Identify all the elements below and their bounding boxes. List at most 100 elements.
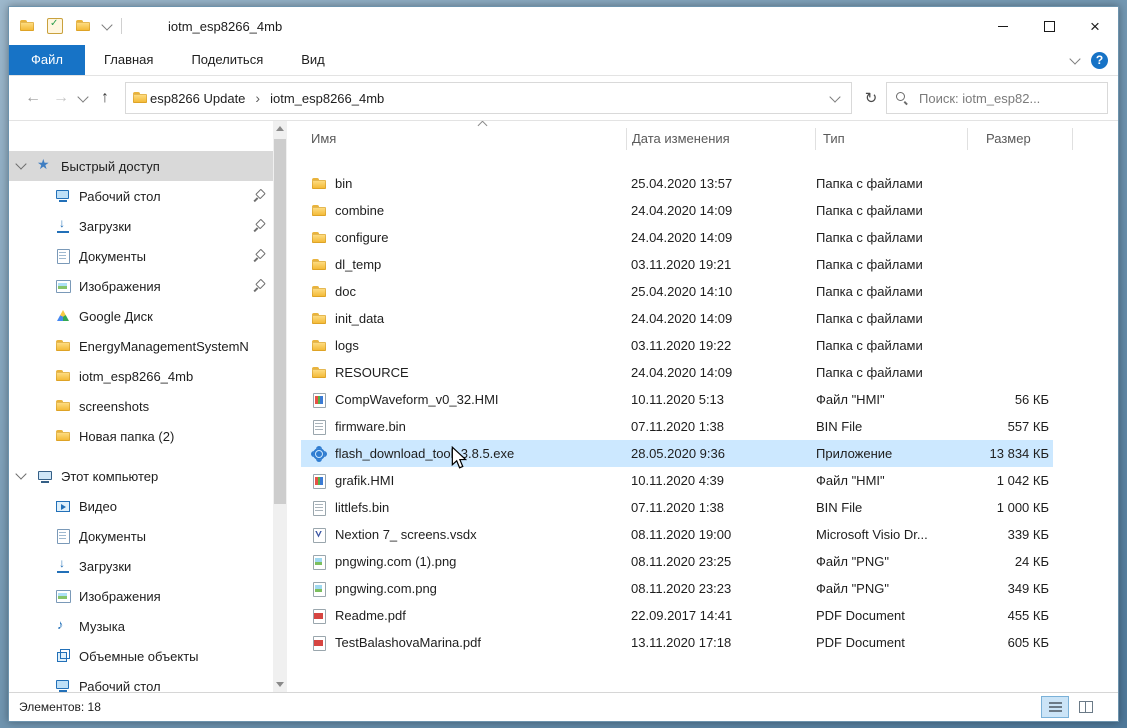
sidebar-item[interactable]: Документы bbox=[9, 521, 287, 551]
sidebar-item[interactable]: Изображения bbox=[9, 271, 287, 301]
visio-icon bbox=[311, 527, 327, 543]
file-row[interactable]: pngwing.com.png 08.11.2020 23:23 Файл "P… bbox=[301, 575, 1053, 602]
sidebar-item[interactable]: EnergyManagementSystemN bbox=[9, 331, 287, 361]
file-row[interactable]: grafik.HMI 10.11.2020 4:39 Файл "HMI" 1 … bbox=[301, 467, 1053, 494]
sidebar-item[interactable]: Рабочий стол bbox=[9, 671, 287, 692]
scrollbar-thumb[interactable] bbox=[274, 139, 286, 504]
file-list-pane: Имя Дата изменения Тип Размер bin 25.04.… bbox=[287, 121, 1118, 692]
title-bar[interactable]: iotm_esp8266_4mb × bbox=[9, 7, 1118, 45]
folder-icon bbox=[311, 284, 327, 300]
file-row[interactable]: doc 25.04.2020 14:10 Папка с файлами bbox=[301, 278, 1053, 305]
search-box[interactable] bbox=[886, 82, 1108, 114]
column-header-type[interactable]: Тип bbox=[816, 128, 968, 150]
column-headers: Имя Дата изменения Тип Размер bbox=[311, 121, 1118, 157]
search-input[interactable] bbox=[917, 90, 1099, 107]
cube-icon bbox=[55, 648, 71, 664]
file-row[interactable]: CompWaveform_v0_32.HMI 10.11.2020 5:13 Ф… bbox=[301, 386, 1053, 413]
sidebar-item[interactable]: Загрузки bbox=[9, 551, 287, 581]
file-row[interactable]: init_data 24.04.2020 14:09 Папка с файла… bbox=[301, 305, 1053, 332]
file-rows: bin 25.04.2020 13:57 Папка с файлами com… bbox=[301, 170, 1053, 656]
expand-chevron-icon[interactable] bbox=[15, 468, 26, 479]
file-row[interactable]: combine 24.04.2020 14:09 Папка с файлами bbox=[301, 197, 1053, 224]
hmi-icon bbox=[311, 392, 327, 408]
scroll-down-icon[interactable] bbox=[276, 682, 284, 687]
file-row[interactable]: configure 24.04.2020 14:09 Папка с файла… bbox=[301, 224, 1053, 251]
png-icon bbox=[311, 581, 327, 597]
computer-icon bbox=[37, 468, 53, 484]
sidebar-item[interactable]: Быстрый доступ bbox=[9, 151, 287, 181]
sidebar-item[interactable]: Google Диск bbox=[9, 301, 287, 331]
breadcrumb-item[interactable]: iotm_esp8266_4mb › bbox=[268, 91, 386, 106]
sidebar-item[interactable]: Музыка bbox=[9, 611, 287, 641]
explorer-app-icon[interactable] bbox=[19, 18, 35, 34]
music-icon bbox=[55, 618, 71, 634]
ribbon-collapse-chevron-icon[interactable] bbox=[1069, 53, 1080, 64]
breadcrumb: esp8266 Update › iotm_esp8266_4mb › bbox=[148, 90, 386, 106]
thumbnails-view-button[interactable] bbox=[1072, 696, 1100, 718]
window-controls: × bbox=[980, 7, 1118, 45]
sidebar-item[interactable]: Изображения bbox=[9, 581, 287, 611]
bin-icon bbox=[311, 419, 327, 435]
minimize-button[interactable] bbox=[980, 7, 1026, 45]
ribbon-tab[interactable]: Файл bbox=[9, 45, 85, 75]
breadcrumb-separator-icon: › bbox=[247, 90, 268, 106]
file-row[interactable]: TestBalashovaMarina.pdf 13.11.2020 17:18… bbox=[301, 629, 1053, 656]
file-row[interactable]: Readme.pdf 22.09.2017 14:41 PDF Document… bbox=[301, 602, 1053, 629]
maximize-button[interactable] bbox=[1026, 7, 1072, 45]
address-history-chevron-icon[interactable] bbox=[829, 91, 840, 102]
docs-icon bbox=[55, 248, 71, 264]
file-row[interactable]: logs 03.11.2020 19:22 Папка с файлами bbox=[301, 332, 1053, 359]
sidebar-scrollbar[interactable] bbox=[273, 121, 287, 692]
breadcrumb-item[interactable]: esp8266 Update › bbox=[148, 90, 268, 106]
details-view-button[interactable] bbox=[1041, 696, 1069, 718]
ribbon-tab[interactable]: Поделиться bbox=[172, 45, 282, 75]
pics-icon bbox=[55, 278, 71, 294]
sidebar-item[interactable]: Загрузки bbox=[9, 211, 287, 241]
qat-properties-icon[interactable] bbox=[47, 18, 63, 34]
close-button[interactable]: × bbox=[1072, 7, 1118, 45]
sidebar-item[interactable]: screenshots bbox=[9, 391, 287, 421]
folder-icon bbox=[55, 398, 71, 414]
back-button[interactable]: ← bbox=[19, 84, 47, 112]
expand-chevron-icon[interactable] bbox=[15, 158, 26, 169]
recent-locations-button[interactable] bbox=[75, 84, 91, 112]
minimize-icon bbox=[998, 26, 1008, 27]
ribbon-tab[interactable]: Главная bbox=[85, 45, 172, 75]
column-header-size[interactable]: Размер bbox=[968, 128, 1073, 150]
scroll-up-icon[interactable] bbox=[276, 126, 284, 131]
qat-new-folder-icon[interactable] bbox=[75, 18, 91, 34]
explorer-window: iotm_esp8266_4mb × ФайлГлавнаяПоделиться… bbox=[8, 6, 1119, 722]
file-row[interactable]: littlefs.bin 07.11.2020 1:38 BIN File 1 … bbox=[301, 494, 1053, 521]
star-icon bbox=[37, 158, 53, 174]
sidebar-item[interactable]: Документы bbox=[9, 241, 287, 271]
folder-icon bbox=[311, 203, 327, 219]
file-row[interactable]: Nextion 7_ screens.vsdx 08.11.2020 19:00… bbox=[301, 521, 1053, 548]
qat-customize-chevron-icon[interactable] bbox=[101, 19, 112, 30]
sidebar-item[interactable]: Рабочий стол bbox=[9, 181, 287, 211]
navigation-pane: Быстрый доступ Рабочий стол Загрузки bbox=[9, 121, 287, 692]
ribbon-tab-row: ФайлГлавнаяПоделитьсяВид bbox=[9, 45, 1118, 76]
sidebar-item[interactable]: Видео bbox=[9, 491, 287, 521]
column-header-name[interactable]: Имя bbox=[311, 128, 627, 150]
file-row[interactable]: firmware.bin 07.11.2020 1:38 BIN File 55… bbox=[301, 413, 1053, 440]
sidebar-item[interactable]: Этот компьютер bbox=[9, 461, 287, 491]
file-row[interactable]: pngwing.com (1).png 08.11.2020 23:25 Фай… bbox=[301, 548, 1053, 575]
column-header-date[interactable]: Дата изменения bbox=[627, 128, 816, 150]
file-row[interactable]: bin 25.04.2020 13:57 Папка с файлами bbox=[301, 170, 1053, 197]
pin-icon bbox=[253, 190, 265, 202]
details-view-icon bbox=[1049, 702, 1062, 712]
up-button[interactable]: ↑ bbox=[91, 84, 119, 112]
folder-icon bbox=[55, 428, 71, 444]
ribbon-tab[interactable]: Вид bbox=[282, 45, 344, 75]
file-row[interactable]: RESOURCE 24.04.2020 14:09 Папка с файлам… bbox=[301, 359, 1053, 386]
help-icon[interactable] bbox=[1091, 52, 1108, 69]
desktop-icon bbox=[55, 188, 71, 204]
sidebar-item[interactable]: iotm_esp8266_4mb bbox=[9, 361, 287, 391]
refresh-button[interactable]: ↻ bbox=[856, 83, 886, 113]
sidebar-item[interactable]: Новая папка (2) bbox=[9, 421, 287, 451]
file-row[interactable]: flash_download_tool_3.8.5.exe 28.05.2020… bbox=[301, 440, 1053, 467]
file-row[interactable]: dl_temp 03.11.2020 19:21 Папка с файлами bbox=[301, 251, 1053, 278]
address-bar[interactable]: esp8266 Update › iotm_esp8266_4mb › bbox=[125, 82, 852, 114]
sidebar-item[interactable]: Объемные объекты bbox=[9, 641, 287, 671]
forward-button[interactable]: → bbox=[47, 84, 75, 112]
